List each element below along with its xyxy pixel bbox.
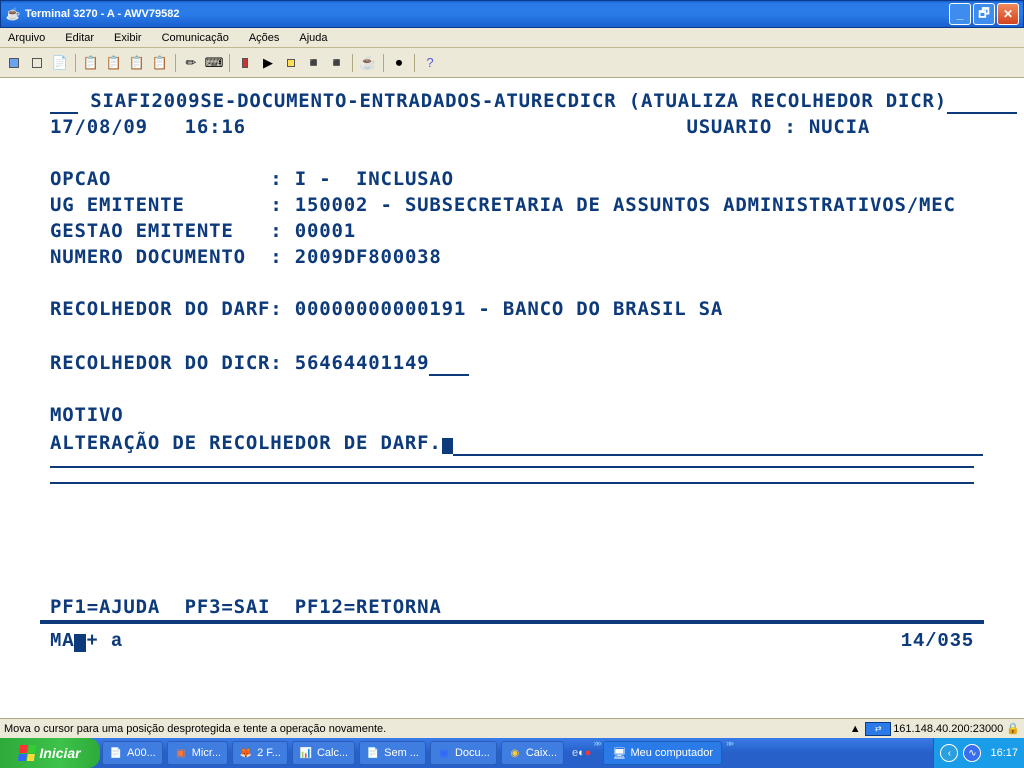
menu-acoes[interactable]: Ações (245, 30, 284, 46)
tool-grid-icon[interactable] (27, 53, 47, 73)
toolbar-separator (383, 54, 384, 72)
tool-doc-icon[interactable]: 📄 (50, 53, 70, 73)
close-button[interactable]: ✕ (997, 3, 1019, 25)
taskbar-item[interactable]: ▣Micr... (167, 741, 228, 765)
tray-app-icon[interactable]: ∿ (963, 744, 981, 762)
status-message: Mova o cursor para uma posição desproteg… (4, 723, 386, 735)
terminal-area[interactable]: SIAFI2009SE-DOCUMENTO-ENTRADADOS-ATURECD… (0, 78, 1024, 718)
tool-monitor-icon[interactable] (4, 53, 24, 73)
powerpoint-icon: ▣ (174, 746, 188, 760)
tool-stop2-icon[interactable]: ◾ (327, 53, 347, 73)
toolbar-separator (229, 54, 230, 72)
toolbar: 📄 📋 📋 📋 📋 ✏ ⌨ ▶ ◾ ◾ ☕ ⏺ ? (0, 48, 1024, 78)
terminal-separator (40, 620, 984, 624)
firefox-icon: 🦊 (239, 746, 253, 760)
window-title: Terminal 3270 - A - AWV79582 (25, 8, 179, 20)
windows-icon (18, 745, 36, 761)
tool-keyboard-icon[interactable]: ⌨ (204, 53, 224, 73)
toolbar-separator (352, 54, 353, 72)
menu-ajuda[interactable]: Ajuda (295, 30, 331, 46)
minimize-button[interactable]: _ (949, 3, 971, 25)
clock[interactable]: 16:17 (990, 747, 1018, 759)
tool-copy2-icon[interactable]: 📋 (104, 53, 124, 73)
chevrons-icon[interactable]: »» (726, 738, 732, 768)
window-statusbar: Mova o cursor para uma posição desproteg… (0, 718, 1024, 738)
motivo-line3[interactable] (50, 482, 974, 484)
window-titlebar: ☕ Terminal 3270 - A - AWV79582 _ 🗗 ✕ (0, 0, 1024, 28)
menu-exibir[interactable]: Exibir (110, 30, 146, 46)
menu-arquivo[interactable]: Arquivo (4, 30, 49, 46)
tray-icon[interactable]: ● (585, 747, 592, 759)
tool-help-icon[interactable]: ? (420, 53, 440, 73)
app-icon: 📄 (109, 746, 123, 760)
tool-flag-ylw-icon[interactable] (281, 53, 301, 73)
tool-flag-grn-icon[interactable]: ▶ (258, 53, 278, 73)
taskbar-item[interactable]: 🦊2 F... (232, 741, 288, 765)
menu-bar: Arquivo Editar Exibir Comunicação Ações … (0, 28, 1024, 48)
terminal-content[interactable]: SIAFI2009SE-DOCUMENTO-ENTRADADOS-ATURECD… (0, 86, 1024, 456)
start-button[interactable]: Iniciar (0, 738, 100, 768)
toolbar-separator (75, 54, 76, 72)
cursor-position: 14/035 (901, 628, 974, 654)
tool-paste-icon[interactable]: 📋 (127, 53, 147, 73)
maximize-button[interactable]: 🗗 (973, 3, 995, 25)
taskbar-item[interactable]: ▣Docu... (430, 741, 497, 765)
menu-editar[interactable]: Editar (61, 30, 98, 46)
tool-flag-red-icon[interactable] (235, 53, 255, 73)
toolbar-separator (414, 54, 415, 72)
tray-back-icon[interactable]: ‹ (940, 744, 958, 762)
taskbar-item[interactable]: 📄A00... (102, 741, 163, 765)
network-icon[interactable]: ⇄ (865, 722, 891, 736)
java-icon: ☕ (5, 6, 21, 22)
taskbar-item[interactable]: 📄Sem ... (359, 741, 426, 765)
host-address: 161.148.40.200:23000 (893, 723, 1003, 735)
status-up-icon[interactable]: ▲ (847, 723, 863, 735)
tool-edit-icon[interactable]: ✏ (181, 53, 201, 73)
text-cursor (442, 438, 453, 454)
notepad-icon: 📄 (366, 746, 380, 760)
taskbar-item[interactable]: ◉Caix... (501, 741, 564, 765)
app-icon: ◉ (508, 746, 522, 760)
toolbar-separator (175, 54, 176, 72)
word-icon: ▣ (437, 746, 451, 760)
taskbar-mycomputer[interactable]: 🖥 Meu computador (603, 741, 722, 765)
menu-comunicacao[interactable]: Comunicação (158, 30, 233, 46)
tool-paste2-icon[interactable]: 📋 (150, 53, 170, 73)
motivo-line2[interactable] (50, 466, 974, 468)
lock-icon: 🔒 (1006, 722, 1020, 735)
fkeys-row: PF1=AJUDA PF3=SAI PF12=RETORNA (0, 594, 1024, 620)
chevrons-icon[interactable]: »» (593, 738, 599, 768)
taskbar: Iniciar 📄A00... ▣Micr... 🦊2 F... 📊Calc..… (0, 738, 1024, 768)
system-tray: ‹ ∿ 16:17 (933, 738, 1024, 768)
tool-stop-icon[interactable]: ◾ (304, 53, 324, 73)
tool-record-icon[interactable]: ⏺ (389, 53, 409, 73)
tool-coffee-icon[interactable]: ☕ (358, 53, 378, 73)
taskbar-item[interactable]: 📊Calc... (292, 741, 355, 765)
calc-icon: 📊 (299, 746, 313, 760)
tool-copy-icon[interactable]: 📋 (81, 53, 101, 73)
tray-icon[interactable]: ◐ (578, 747, 585, 759)
computer-icon: 🖥 (612, 747, 626, 760)
terminal-status-row: MA+ a 14/035 (0, 628, 1024, 654)
